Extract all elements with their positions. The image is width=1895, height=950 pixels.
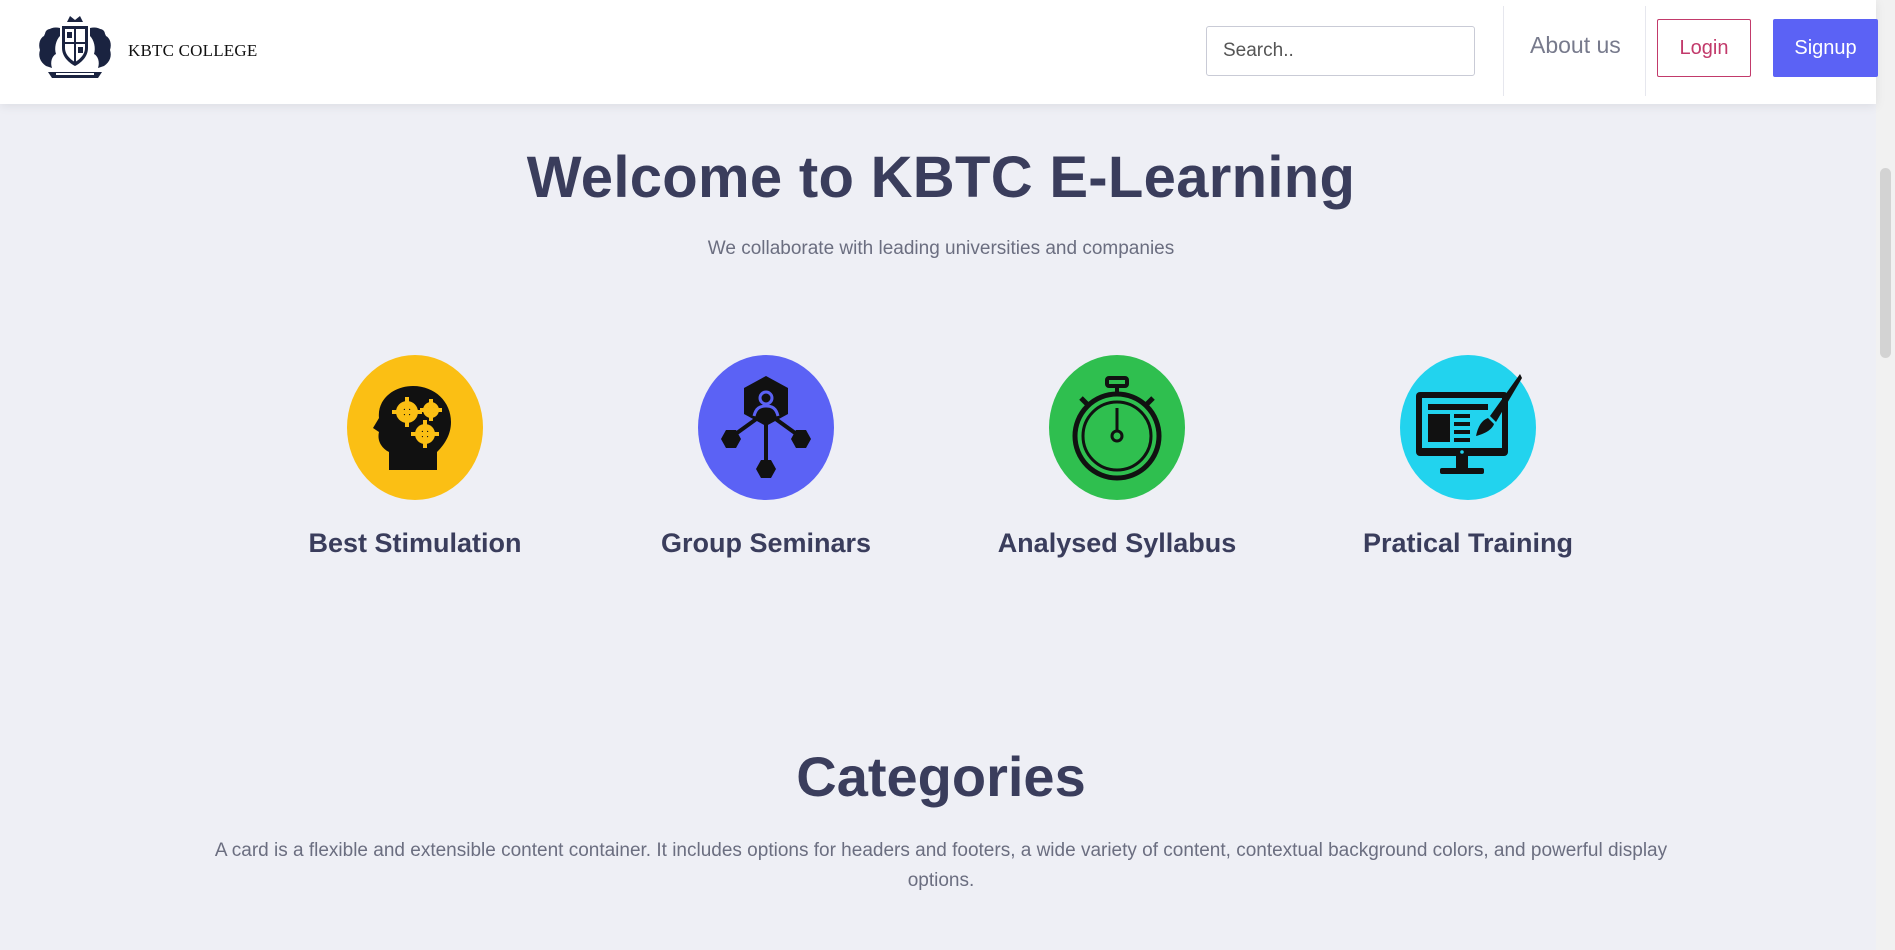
feature-label: Best Stimulation <box>308 528 522 558</box>
feature-pratical-training: Pratical Training <box>1318 355 1618 559</box>
categories-title: Categories <box>796 745 1086 808</box>
signup-button[interactable]: Signup <box>1773 19 1878 77</box>
feature-label: Group Seminars <box>660 528 872 558</box>
hero-title: Welcome to KBTC E-Learning <box>526 145 1356 210</box>
feature-group-seminars: Group Seminars <box>616 355 916 559</box>
monitor-brush-icon <box>1400 355 1536 500</box>
categories-description: A card is a flexible and extensible cont… <box>214 840 1668 891</box>
network-nodes-icon <box>698 355 834 500</box>
brand-name: KBTC COLLEGE <box>128 41 258 60</box>
hero-subtitle: We collaborate with leading universities… <box>707 238 1175 259</box>
feature-label: Pratical Training <box>1362 528 1574 558</box>
navbar: KBTC COLLEGE About us Login Signup <box>0 0 1878 104</box>
feature-analysed-syllabus: Analysed Syllabus <box>967 355 1267 559</box>
feature-best-stimulation: Best Stimulation <box>265 355 565 559</box>
login-button[interactable]: Login <box>1657 19 1751 77</box>
nav-divider <box>1503 6 1504 96</box>
about-us-link[interactable]: About us <box>1530 32 1621 59</box>
feature-label: Analysed Syllabus <box>997 528 1237 558</box>
stopwatch-icon <box>1049 355 1185 500</box>
nav-divider <box>1645 6 1646 96</box>
brain-gears-icon <box>347 355 483 500</box>
college-crest-logo <box>39 16 111 78</box>
search-input[interactable] <box>1206 26 1475 76</box>
brand[interactable]: KBTC COLLEGE <box>32 14 257 84</box>
